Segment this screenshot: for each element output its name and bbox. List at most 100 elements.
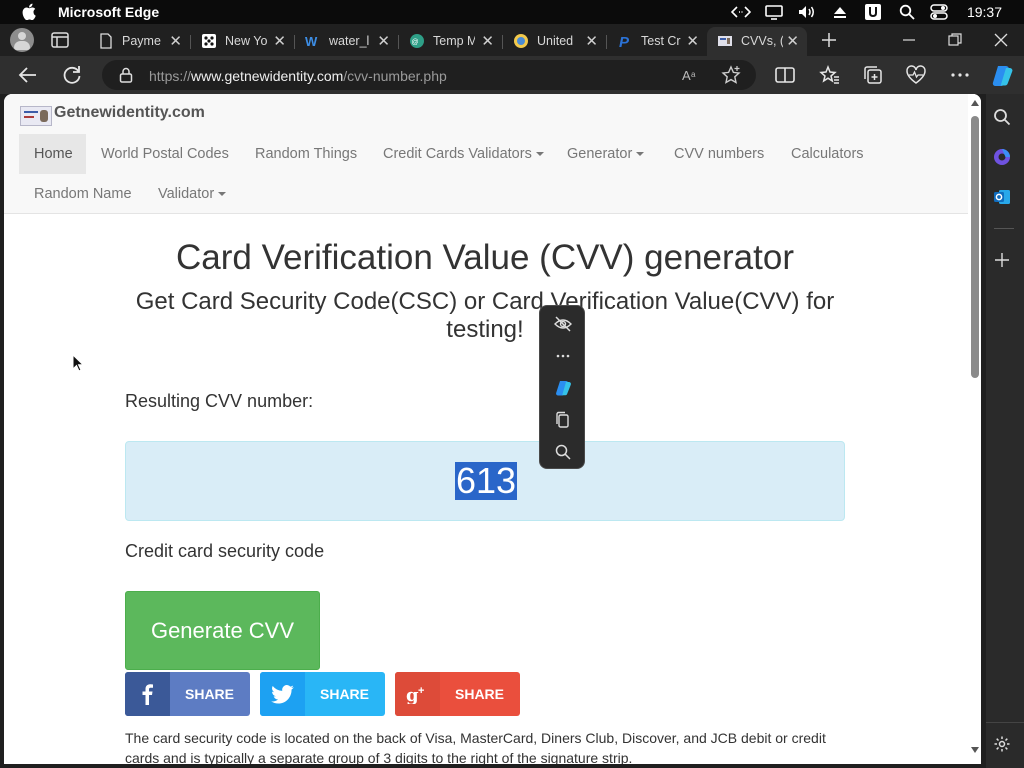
browser-essentials-icon[interactable] (904, 63, 928, 87)
scroll-down-icon[interactable] (971, 747, 979, 753)
tab-temp-mail[interactable]: @ Temp M ✕ (399, 27, 502, 56)
close-icon[interactable]: ✕ (169, 32, 182, 50)
temp-mail-icon: @ (410, 34, 424, 48)
close-window-icon[interactable] (994, 32, 1008, 48)
lock-icon[interactable] (119, 67, 133, 83)
tab-payment[interactable]: Payme ✕ (88, 27, 190, 56)
edge-sidebar (986, 94, 1024, 768)
tab-actions-icon[interactable] (51, 32, 69, 48)
tab-test-credit[interactable]: P Test Cr ✕ (607, 27, 707, 56)
volume-icon[interactable] (797, 4, 817, 20)
svg-text:A: A (682, 68, 691, 83)
search-icon[interactable] (553, 442, 573, 462)
page-scrollbar[interactable] (968, 94, 981, 764)
more-options-icon[interactable] (948, 63, 972, 87)
mouse-cursor-icon (72, 354, 84, 372)
copilot-icon[interactable] (989, 63, 1015, 89)
back-arrow-icon[interactable] (16, 63, 40, 87)
favorite-star-icon[interactable] (721, 65, 741, 85)
copy-icon[interactable] (553, 410, 573, 430)
scroll-up-icon[interactable] (971, 100, 979, 106)
svg-text:W: W (305, 34, 318, 49)
cvv-result-value[interactable]: 613 (455, 462, 518, 500)
tab-united[interactable]: United ✕ (503, 27, 606, 56)
favorites-icon[interactable] (817, 63, 841, 87)
read-aloud-icon[interactable]: Aa (682, 66, 700, 84)
close-icon[interactable]: ✕ (786, 32, 799, 50)
close-icon[interactable]: ✕ (273, 32, 286, 50)
nav-cvv-numbers[interactable]: CVV numbers (674, 146, 764, 162)
svg-text:a: a (691, 70, 696, 79)
u-app-icon[interactable] (865, 4, 881, 20)
description-text: The card security code is located on the… (125, 730, 826, 764)
facebook-icon (125, 672, 170, 716)
google-plus-share-button[interactable]: g + SHARE (395, 672, 520, 716)
refresh-icon[interactable] (60, 63, 84, 87)
control-center-icon[interactable] (930, 4, 948, 20)
site-logo (20, 106, 52, 126)
new-tab-icon[interactable] (821, 32, 837, 48)
twitter-icon (260, 672, 305, 716)
collections-icon[interactable] (861, 63, 885, 87)
nav-validator[interactable]: Validator (158, 186, 227, 202)
nav-random-name[interactable]: Random Name (34, 186, 132, 202)
svg-text:P: P (619, 34, 630, 49)
nav-world-postal-codes[interactable]: World Postal Codes (101, 146, 229, 162)
scrollbar-thumb[interactable] (971, 116, 979, 378)
close-icon[interactable]: ✕ (686, 32, 699, 50)
display-icon[interactable] (765, 4, 783, 20)
copilot-icon[interactable] (553, 378, 573, 398)
close-icon[interactable]: ✕ (377, 32, 390, 50)
tab-new-york[interactable]: New Yo ✕ (191, 27, 294, 56)
close-icon[interactable]: ✕ (585, 32, 598, 50)
more-dots-icon[interactable] (553, 346, 573, 366)
outlook-icon[interactable] (993, 188, 1011, 206)
cvv-result-box: 613 (125, 441, 845, 521)
page-title: Card Verification Value (CVV) generator (176, 238, 794, 277)
tab-strip: Payme ✕ New Yo ✕ W water_l ✕ @ Temp M ✕ … (0, 24, 1024, 56)
search-icon[interactable] (993, 108, 1011, 126)
nav-credit-cards-validators[interactable]: Credit Cards Validators (383, 146, 544, 162)
paypal-icon: P (619, 34, 630, 49)
navigation-toolbar: https://www.getnewidentity.com/cvv-numbe… (0, 56, 1024, 94)
spotlight-search-icon[interactable] (899, 4, 915, 20)
restore-icon[interactable] (948, 32, 962, 48)
google-plus-icon: g + (395, 672, 440, 716)
caret-down-icon (535, 152, 544, 157)
w-logo-icon: W (305, 34, 318, 49)
active-app-name[interactable]: Microsoft Edge (58, 4, 159, 20)
eject-icon[interactable] (832, 4, 848, 20)
nav-random-things[interactable]: Random Things (255, 146, 357, 162)
code-icon[interactable] (731, 4, 751, 20)
hide-menu-icon[interactable] (553, 314, 573, 334)
result-label: Resulting CVV number: (125, 391, 314, 411)
system-menu-bar: Microsoft Edge 19:37 (0, 0, 1024, 24)
sidebar-settings-gear-icon[interactable] (993, 735, 1011, 753)
caret-down-icon (218, 192, 227, 197)
add-sidebar-app-icon[interactable] (994, 252, 1010, 268)
copilot-sidebar-icon[interactable] (993, 148, 1011, 166)
site-navbar: Getnewidentity.com Home World Postal Cod… (4, 94, 980, 214)
menu-bar-clock[interactable]: 19:37 (967, 4, 1002, 20)
profile-avatar[interactable] (10, 28, 34, 52)
url-text[interactable]: https://www.getnewidentity.com/cvv-numbe… (149, 68, 447, 84)
close-icon[interactable]: ✕ (481, 32, 494, 50)
svg-text:@: @ (412, 39, 419, 46)
svg-text:+: + (418, 685, 424, 697)
split-screen-icon[interactable] (773, 63, 797, 87)
nav-generator[interactable]: Generator (567, 146, 645, 162)
nav-calculators[interactable]: Calculators (791, 146, 864, 162)
security-code-label: Credit card security code (125, 541, 325, 561)
caret-down-icon (636, 152, 645, 157)
tab-cvvs-active[interactable]: CVVs, ( ✕ (707, 27, 807, 56)
apple-icon[interactable] (22, 3, 36, 20)
tab-water[interactable]: W water_l ✕ (295, 27, 398, 56)
twitter-share-button[interactable]: SHARE (260, 672, 385, 716)
address-bar[interactable]: https://www.getnewidentity.com/cvv-numbe… (102, 60, 756, 90)
generate-cvv-button[interactable]: Generate CVV (125, 591, 320, 670)
facebook-share-button[interactable]: SHARE (125, 672, 250, 716)
nav-home[interactable]: Home (19, 134, 86, 174)
dice-icon (202, 34, 216, 48)
minimize-icon[interactable] (902, 32, 916, 48)
globe-icon (514, 34, 528, 48)
